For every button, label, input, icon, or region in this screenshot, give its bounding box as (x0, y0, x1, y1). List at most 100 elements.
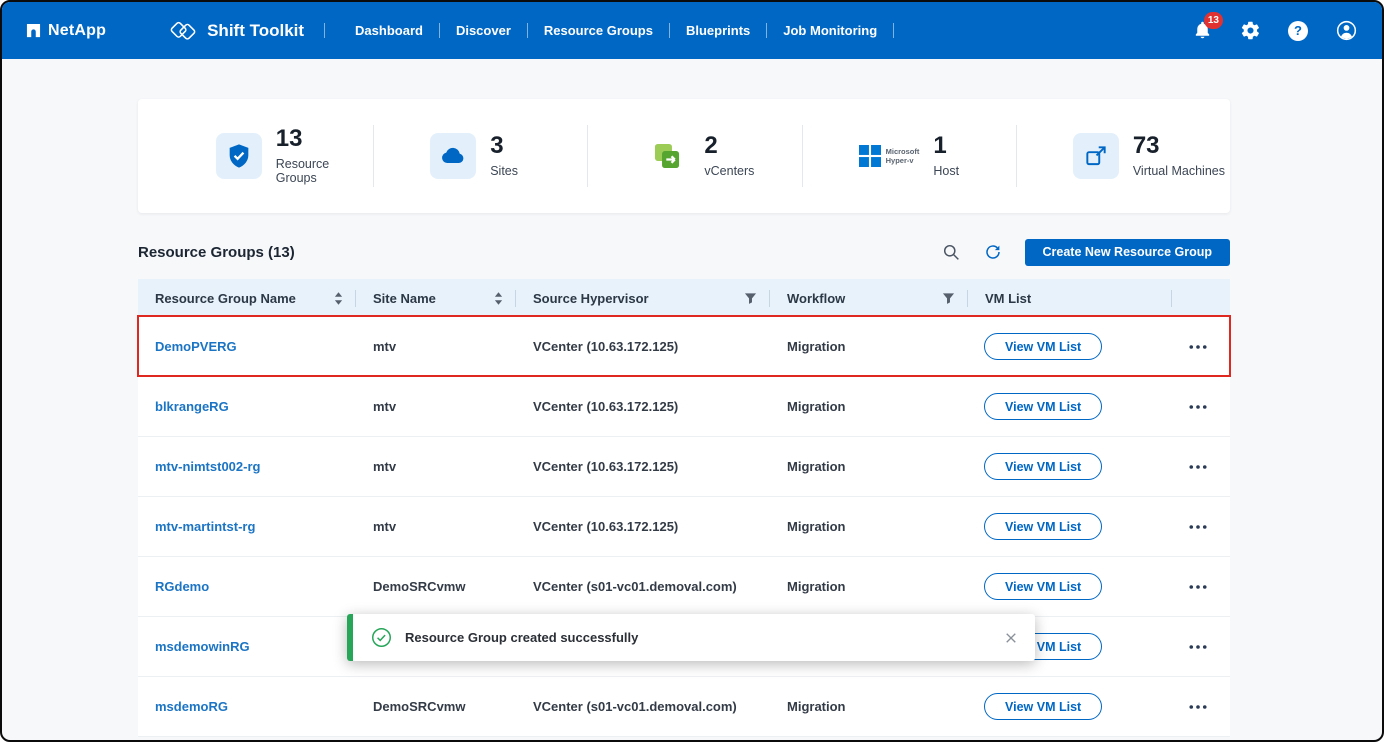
ellipsis-icon (1189, 405, 1207, 409)
create-resource-group-button[interactable]: Create New Resource Group (1025, 239, 1231, 266)
shield-check-icon (216, 133, 262, 179)
cloud-icon (430, 133, 476, 179)
view-vm-list-button[interactable]: View VM List (984, 333, 1102, 360)
workflow-cell: Migration (770, 579, 968, 594)
source-hypervisor-cell: VCenter (10.63.172.125) (516, 459, 770, 474)
workflow-cell: Migration (770, 459, 968, 474)
table-row: msdemoRG DemoSRCvmw VCenter (s01-vc01.de… (138, 677, 1230, 737)
app-title: Shift Toolkit (207, 21, 304, 41)
source-hypervisor-cell: VCenter (s01-vc01.demoval.com) (516, 579, 770, 594)
row-actions-button[interactable] (1189, 465, 1207, 469)
notifications-button[interactable]: 13 (1190, 19, 1214, 43)
nav-job-monitoring[interactable]: Job Monitoring (767, 23, 894, 38)
view-vm-list-button[interactable]: View VM List (984, 393, 1102, 420)
stat-host: Microsoft Hyper-v 1 Host (802, 125, 1016, 187)
ellipsis-icon (1189, 525, 1207, 529)
ellipsis-icon (1189, 465, 1207, 469)
toast-message: Resource Group created successfully (405, 630, 638, 645)
workflow-cell: Migration (770, 699, 968, 714)
nav-blueprints[interactable]: Blueprints (670, 23, 767, 38)
workflow-cell: Migration (770, 399, 968, 414)
stat-sites: 3 Sites (373, 125, 587, 187)
stat-value: 73 (1133, 134, 1225, 158)
resource-group-link[interactable]: mtv-nimtst002-rg (155, 459, 260, 474)
row-actions-button[interactable] (1189, 525, 1207, 529)
table-row: mtv-nimtst002-rg mtv VCenter (10.63.172.… (138, 437, 1230, 497)
ellipsis-icon (1189, 345, 1207, 349)
shift-toolkit-logo-icon (168, 19, 198, 43)
resource-group-link[interactable]: DemoPVERG (155, 339, 237, 354)
notification-count-badge: 13 (1204, 12, 1223, 29)
check-circle-icon (371, 627, 392, 648)
user-avatar-icon (1335, 19, 1358, 42)
netapp-logo-icon (26, 23, 41, 38)
row-actions-button[interactable] (1189, 345, 1207, 349)
row-actions-button[interactable] (1189, 645, 1207, 649)
site-name-cell: mtv (356, 459, 516, 474)
refresh-icon[interactable] (983, 242, 1003, 262)
site-name-cell: mtv (356, 519, 516, 534)
source-hypervisor-cell: VCenter (10.63.172.125) (516, 399, 770, 414)
resource-groups-table: Resource Group Name Site Name Source Hyp… (138, 279, 1230, 737)
gear-icon (1240, 20, 1261, 41)
resource-group-link[interactable]: blkrangeRG (155, 399, 229, 414)
column-header-resource-group-name[interactable]: Resource Group Name (138, 290, 356, 307)
section-title: Resource Groups (13) (138, 244, 295, 261)
row-actions-button[interactable] (1189, 585, 1207, 589)
filter-icon[interactable] (942, 292, 955, 305)
vcenter-icon (644, 133, 690, 179)
app-title-block: Shift Toolkit (168, 19, 304, 43)
hyperv-text-line2: Hyper-v (886, 156, 920, 165)
site-name-cell: DemoSRCvmw (356, 579, 516, 594)
success-toast: Resource Group created successfully (347, 614, 1035, 661)
workflow-cell: Migration (770, 339, 968, 354)
table-row: DemoPVERG mtv VCenter (10.63.172.125) Mi… (138, 317, 1230, 377)
column-header-workflow[interactable]: Workflow (770, 290, 968, 307)
section-tools: Create New Resource Group (941, 239, 1231, 266)
main-nav: Dashboard Discover Resource Groups Bluep… (339, 23, 894, 38)
column-header-vm-list: VM List (968, 290, 1172, 307)
settings-button[interactable] (1238, 19, 1262, 43)
close-icon (1005, 632, 1017, 644)
resource-group-link[interactable]: msdemoRG (155, 699, 228, 714)
view-vm-list-button[interactable]: View VM List (984, 513, 1102, 540)
hyperv-logo-icon: Microsoft Hyper-v (859, 145, 920, 167)
stat-value: 2 (704, 134, 754, 158)
row-actions-button[interactable] (1189, 705, 1207, 709)
ellipsis-icon (1189, 645, 1207, 649)
nav-dashboard[interactable]: Dashboard (339, 23, 440, 38)
account-button[interactable] (1334, 19, 1358, 43)
stat-label: Virtual Machines (1133, 164, 1225, 178)
nav-resource-groups[interactable]: Resource Groups (528, 23, 670, 38)
source-hypervisor-cell: VCenter (10.63.172.125) (516, 339, 770, 354)
sort-icon (334, 292, 343, 305)
view-vm-list-button[interactable]: View VM List (984, 453, 1102, 480)
row-actions-button[interactable] (1189, 405, 1207, 409)
stat-value: 1 (933, 134, 959, 158)
app-window: NetApp Shift Toolkit Dashboard Discover … (0, 0, 1384, 742)
stat-value: 13 (276, 127, 373, 151)
table-row: RGdemo DemoSRCvmw VCenter (s01-vc01.demo… (138, 557, 1230, 617)
stat-label: Resource Groups (276, 157, 373, 185)
column-header-source-hypervisor[interactable]: Source Hypervisor (516, 290, 770, 307)
site-name-cell: mtv (356, 339, 516, 354)
filter-icon[interactable] (744, 292, 757, 305)
summary-stats-card: 13 Resource Groups 3 Sites 2 vCenters (138, 99, 1230, 213)
help-button[interactable]: ? (1286, 19, 1310, 43)
view-vm-list-button[interactable]: View VM List (984, 693, 1102, 720)
divider (324, 23, 325, 38)
vm-migrate-icon (1073, 133, 1119, 179)
resource-groups-section-header: Resource Groups (13) Create New Resource… (138, 237, 1230, 267)
toast-close-button[interactable] (1005, 632, 1017, 644)
resource-group-link[interactable]: msdemowinRG (155, 639, 250, 654)
stat-value: 3 (490, 134, 518, 158)
resource-group-link[interactable]: mtv-martintst-rg (155, 519, 255, 534)
workflow-cell: Migration (770, 519, 968, 534)
resource-group-link[interactable]: RGdemo (155, 579, 209, 594)
site-name-cell: mtv (356, 399, 516, 414)
search-icon[interactable] (941, 242, 961, 262)
source-hypervisor-cell: VCenter (s01-vc01.demoval.com) (516, 699, 770, 714)
view-vm-list-button[interactable]: View VM List (984, 573, 1102, 600)
nav-discover[interactable]: Discover (440, 23, 528, 38)
column-header-site-name[interactable]: Site Name (356, 290, 516, 307)
